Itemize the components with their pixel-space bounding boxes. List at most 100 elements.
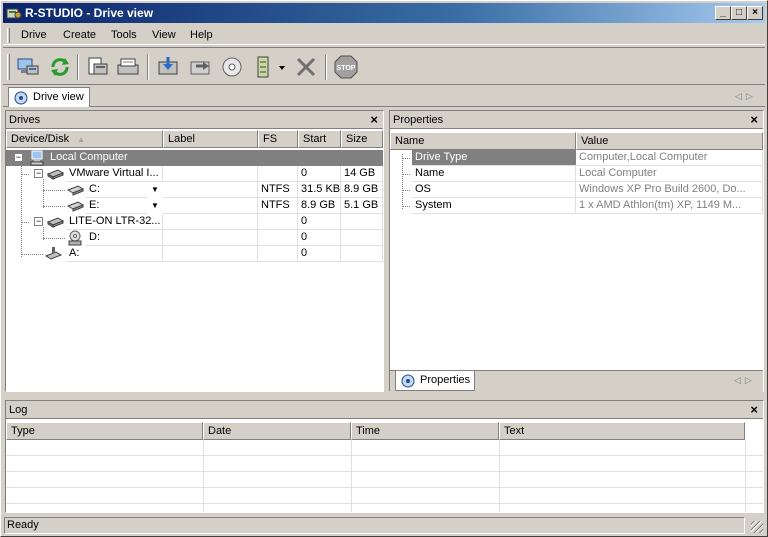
cell-fs xyxy=(258,246,298,262)
title-bar: R-STUDIO - Drive view _ □ × xyxy=(3,3,765,23)
properties-tab-scroll-arrows[interactable]: ◁▷ xyxy=(734,375,756,386)
partition-icon xyxy=(66,185,84,196)
property-row[interactable]: OS Windows XP Pro Build 2600, Do... xyxy=(390,182,763,198)
tab-drive-view-label: Drive view xyxy=(33,91,84,103)
stop-icon[interactable]: STOP xyxy=(333,54,359,80)
cell-start: 0 xyxy=(298,214,341,230)
column-header-name[interactable]: Name xyxy=(390,132,576,150)
menu-drive[interactable]: Drive xyxy=(21,29,47,41)
collapse-icon[interactable]: − xyxy=(34,217,43,226)
cd-drive-icon xyxy=(68,230,82,246)
property-value: 1 x AMD Athlon(tm) XP, 1149 M... xyxy=(576,198,763,214)
log-panel: Log × Type Date Time Text xyxy=(5,400,764,513)
cell-size xyxy=(341,230,383,246)
tree-branch xyxy=(21,174,29,175)
device-name: Local Computer xyxy=(50,151,128,163)
open-image-icon[interactable] xyxy=(85,54,111,80)
cell-fs: NTFS xyxy=(258,182,298,198)
property-name: Name xyxy=(412,166,576,182)
cell-start: 0 xyxy=(298,246,341,262)
table-row[interactable]: A: 0 xyxy=(6,246,383,262)
table-row[interactable]: E: ▼ NTFS 8.9 GB 5.1 GB xyxy=(6,198,383,214)
recover-marked-icon[interactable] xyxy=(187,54,213,80)
view-tab-strip: Drive view ◁▷ xyxy=(3,87,765,107)
menu-view[interactable]: View xyxy=(152,29,176,41)
table-row[interactable]: − VMware Virtual I... 0 14 GB xyxy=(6,166,383,182)
cell-label xyxy=(163,198,258,214)
hard-disk-icon xyxy=(46,169,64,180)
column-header-start[interactable]: Start xyxy=(298,130,341,148)
cell-label xyxy=(163,214,258,230)
property-value: Local Computer xyxy=(576,166,763,182)
tab-scroll-arrows[interactable]: ◁▷ xyxy=(735,91,757,102)
cell-device: LITE-ON LTR-32... xyxy=(66,214,163,230)
cell-size xyxy=(341,214,383,230)
column-header-device-label: Device/Disk xyxy=(11,133,70,145)
properties-panel-header: Properties × xyxy=(390,111,763,129)
table-row[interactable]: − LITE-ON LTR-32... 0 xyxy=(6,214,383,230)
property-row[interactable]: System 1 x AMD Athlon(tm) XP, 1149 M... xyxy=(390,198,763,214)
column-header-value[interactable]: Value xyxy=(576,132,763,150)
column-header-time[interactable]: Time xyxy=(351,422,499,440)
properties-icon xyxy=(401,374,415,388)
column-header-label[interactable]: Label xyxy=(163,130,258,148)
remove-icon[interactable] xyxy=(293,54,319,80)
connect-computer-icon[interactable] xyxy=(15,54,41,80)
tree-branch xyxy=(402,174,410,175)
collapse-icon[interactable]: − xyxy=(14,153,23,162)
drive-view-icon xyxy=(14,91,28,105)
cell-size: 5.1 GB xyxy=(341,198,383,214)
toolbar-separator xyxy=(147,54,149,80)
computer-icon xyxy=(30,150,44,166)
properties-close-icon[interactable]: × xyxy=(750,111,758,129)
minimize-button[interactable]: _ xyxy=(715,6,731,20)
property-name: OS xyxy=(412,182,576,198)
status-bar: Ready xyxy=(3,515,765,535)
scan-icon[interactable] xyxy=(115,54,141,80)
tab-drive-view[interactable]: Drive view xyxy=(8,87,90,107)
cell-fs xyxy=(258,214,298,230)
tab-properties[interactable]: Properties xyxy=(395,371,475,391)
properties-panel-title: Properties xyxy=(393,114,444,126)
column-header-type[interactable]: Type xyxy=(6,422,203,440)
column-header-fs[interactable]: FS xyxy=(258,130,298,148)
create-image-icon[interactable] xyxy=(219,54,245,80)
column-header-device[interactable]: Device/Disk ▲ xyxy=(6,130,163,148)
cell-size: 14 GB xyxy=(341,166,383,182)
column-header-size[interactable]: Size xyxy=(341,130,383,148)
region-icon[interactable] xyxy=(251,54,277,80)
partition-dropdown-icon[interactable]: ▼ xyxy=(147,198,163,214)
tree-branch xyxy=(21,222,29,223)
menu-create[interactable]: Create xyxy=(63,29,96,41)
maximize-button[interactable]: □ xyxy=(731,6,747,20)
drives-close-icon[interactable]: × xyxy=(370,111,378,129)
menu-tools[interactable]: Tools xyxy=(111,29,137,41)
svg-text:STOP: STOP xyxy=(337,65,356,72)
resize-grip[interactable] xyxy=(751,521,763,533)
table-row[interactable]: C: ▼ NTFS 31.5 KB 8.9 GB xyxy=(6,182,383,198)
table-row[interactable]: − Local Computer xyxy=(6,150,383,166)
tree-branch xyxy=(21,254,43,255)
cell-label xyxy=(163,182,258,198)
sort-ascending-icon: ▲ xyxy=(77,135,85,144)
property-row[interactable]: Name Local Computer xyxy=(390,166,763,182)
recover-icon[interactable] xyxy=(155,54,181,80)
column-header-date[interactable]: Date xyxy=(203,422,351,440)
cell-label xyxy=(163,246,258,262)
region-dropdown-icon[interactable] xyxy=(277,54,287,80)
table-row[interactable]: D: 0 xyxy=(6,230,383,246)
cell-label xyxy=(163,230,258,246)
partition-dropdown-icon[interactable]: ▼ xyxy=(147,182,163,198)
close-button[interactable]: × xyxy=(747,6,763,20)
cell-start: 31.5 KB xyxy=(298,182,341,198)
toolbar-grip xyxy=(7,54,10,80)
collapse-icon[interactable]: − xyxy=(34,169,43,178)
log-close-icon[interactable]: × xyxy=(750,401,758,419)
property-row[interactable]: Drive Type Computer,Local Computer xyxy=(390,150,763,166)
toolbar-separator xyxy=(325,54,327,80)
cell-label xyxy=(163,166,258,182)
menu-help[interactable]: Help xyxy=(190,29,213,41)
drives-panel-header: Drives × xyxy=(6,111,383,129)
column-header-text[interactable]: Text xyxy=(499,422,745,440)
refresh-icon[interactable] xyxy=(47,54,73,80)
